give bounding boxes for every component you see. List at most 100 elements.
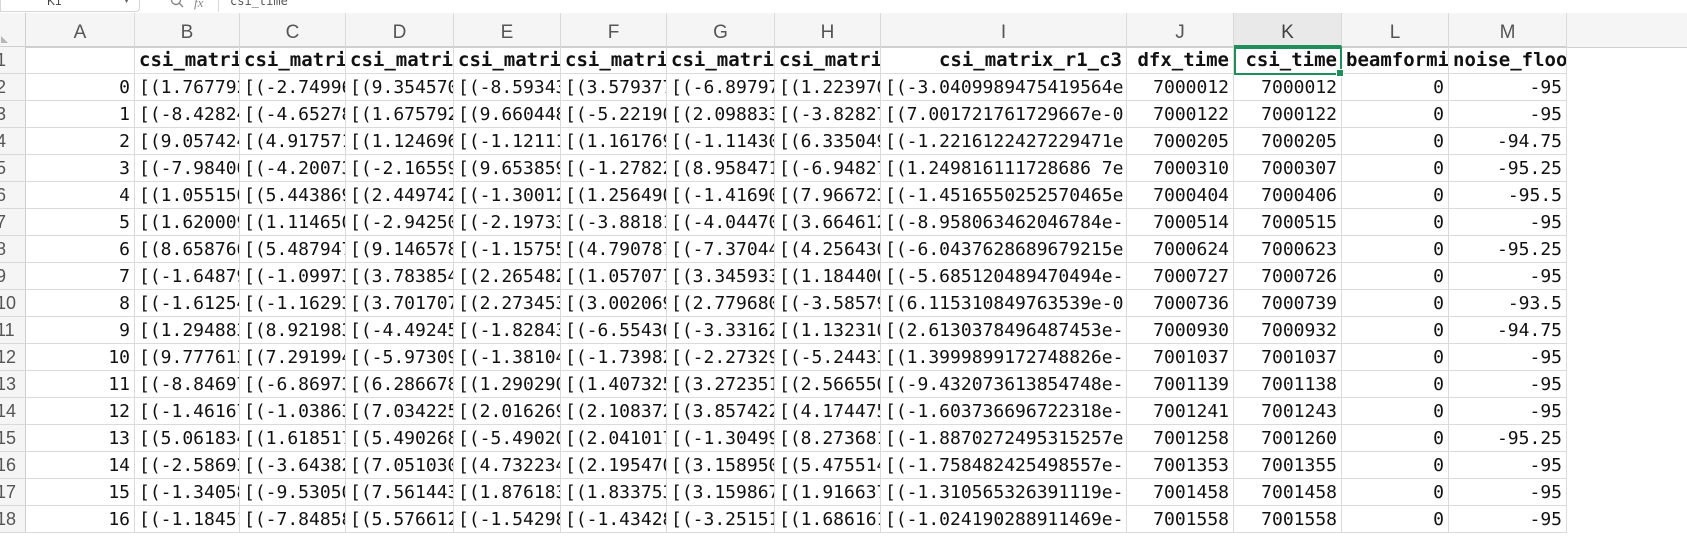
cell-h12[interactable]: [(-5.244331 (775, 344, 881, 371)
cell-e16[interactable]: [(4.732234 (454, 452, 561, 479)
cell-l4[interactable]: 0 (1342, 128, 1449, 155)
cell-c1[interactable]: csi_matrix_r0_c1 (240, 47, 346, 74)
cell-g2[interactable]: [(-6.897978 (667, 74, 775, 101)
cell-m4[interactable]: -94.75 (1449, 128, 1567, 155)
cell-m13[interactable]: -95 (1449, 371, 1567, 398)
cell-c9[interactable]: [(-1.099732 (240, 263, 346, 290)
cell-j5[interactable]: 7000310 (1127, 155, 1234, 182)
cell-i4[interactable]: [(-1.2216122427229471e (881, 128, 1127, 155)
column-header-b[interactable]: B (135, 13, 240, 47)
cell-a6[interactable]: 4 (26, 182, 135, 209)
cell-e10[interactable]: [(2.273453 (454, 290, 561, 317)
column-header-c[interactable]: C (240, 13, 346, 47)
cell-l18[interactable]: 0 (1342, 506, 1449, 533)
cell-l5[interactable]: 0 (1342, 155, 1449, 182)
cell-k1[interactable]: csi_time (1234, 47, 1342, 74)
cell-i1[interactable]: csi_matrix_r1_c3 (881, 47, 1127, 74)
cell-l10[interactable]: 0 (1342, 290, 1449, 317)
cell-k12[interactable]: 7001037 (1234, 344, 1342, 371)
cell-a16[interactable]: 14 (26, 452, 135, 479)
cell-k3[interactable]: 7000122 (1234, 101, 1342, 128)
formula-input[interactable]: csi_time (230, 0, 288, 8)
cell-f8[interactable]: [(4.790787 (561, 236, 667, 263)
name-box[interactable]: K1 ▼ (0, 0, 140, 12)
function-icon[interactable]: fx (194, 0, 203, 11)
cell-k10[interactable]: 7000739 (1234, 290, 1342, 317)
cell-j4[interactable]: 7000205 (1127, 128, 1234, 155)
cell-f7[interactable]: [(-3.881812 (561, 209, 667, 236)
cell-m7[interactable]: -95 (1449, 209, 1567, 236)
cell-m16[interactable]: -95 (1449, 452, 1567, 479)
cell-j15[interactable]: 7001258 (1127, 425, 1234, 452)
cell-d15[interactable]: [(5.490268 (346, 425, 454, 452)
cell-l1[interactable]: beamforming (1342, 47, 1449, 74)
cell-b3[interactable]: [(-8.428243 (135, 101, 240, 128)
cell-f2[interactable]: [(3.579377 (561, 74, 667, 101)
cell-e17[interactable]: [(1.876183 (454, 479, 561, 506)
cell-b11[interactable]: [(1.294883 (135, 317, 240, 344)
cell-k14[interactable]: 7001243 (1234, 398, 1342, 425)
cell-a7[interactable]: 5 (26, 209, 135, 236)
cell-l15[interactable]: 0 (1342, 425, 1449, 452)
cell-f10[interactable]: [(3.002069 (561, 290, 667, 317)
cell-c6[interactable]: [(5.443869 (240, 182, 346, 209)
row-header-5[interactable]: 5 (0, 155, 26, 182)
search-icon[interactable] (170, 0, 184, 8)
cell-i18[interactable]: [(-1.024190288911469e- (881, 506, 1127, 533)
cell-a12[interactable]: 10 (26, 344, 135, 371)
cell-d6[interactable]: [(2.449742 (346, 182, 454, 209)
row-header-13[interactable]: 13 (0, 371, 26, 398)
cell-m14[interactable]: -95 (1449, 398, 1567, 425)
cell-b14[interactable]: [(-1.461672 (135, 398, 240, 425)
cell-d12[interactable]: [(-5.973092 (346, 344, 454, 371)
cell-f12[interactable]: [(-1.739827 (561, 344, 667, 371)
cell-j2[interactable]: 7000012 (1127, 74, 1234, 101)
cell-c14[interactable]: [(-1.038632 (240, 398, 346, 425)
row-header-6[interactable]: 6 (0, 182, 26, 209)
cell-j14[interactable]: 7001241 (1127, 398, 1234, 425)
cell-e7[interactable]: [(-2.197331 (454, 209, 561, 236)
cell-h8[interactable]: [(4.256430 (775, 236, 881, 263)
cell-c3[interactable]: [(-4.652786 (240, 101, 346, 128)
column-header-k[interactable]: K (1234, 13, 1342, 47)
cell-f16[interactable]: [(2.195470 (561, 452, 667, 479)
cell-f15[interactable]: [(2.041017 (561, 425, 667, 452)
cell-g1[interactable]: csi_matrix_r1_c1 (667, 47, 775, 74)
cell-j7[interactable]: 7000514 (1127, 209, 1234, 236)
cell-c10[interactable]: [(-1.162931 (240, 290, 346, 317)
cell-g6[interactable]: [(-1.416903 (667, 182, 775, 209)
cell-f5[interactable]: [(-1.278223 (561, 155, 667, 182)
cell-k16[interactable]: 7001355 (1234, 452, 1342, 479)
cell-a4[interactable]: 2 (26, 128, 135, 155)
column-header-f[interactable]: F (561, 13, 667, 47)
cell-c7[interactable]: [(1.114650 (240, 209, 346, 236)
cell-h10[interactable]: [(-3.585795 (775, 290, 881, 317)
cell-c11[interactable]: [(8.921983 (240, 317, 346, 344)
cell-j17[interactable]: 7001458 (1127, 479, 1234, 506)
cell-d2[interactable]: [(9.354570 (346, 74, 454, 101)
cell-h1[interactable]: csi_matrix_r1_c2 (775, 47, 881, 74)
cell-i8[interactable]: [(-6.0437628689679215e (881, 236, 1127, 263)
row-header-10[interactable]: 10 (0, 290, 26, 317)
cell-j11[interactable]: 7000930 (1127, 317, 1234, 344)
cell-b15[interactable]: [(5.061834 (135, 425, 240, 452)
cell-k8[interactable]: 7000623 (1234, 236, 1342, 263)
cell-c16[interactable]: [(-3.643823 (240, 452, 346, 479)
cell-f4[interactable]: [(1.161769 (561, 128, 667, 155)
cell-c8[interactable]: [(5.487947 (240, 236, 346, 263)
cell-f14[interactable]: [(2.108372 (561, 398, 667, 425)
cell-a17[interactable]: 15 (26, 479, 135, 506)
cell-a8[interactable]: 6 (26, 236, 135, 263)
cell-m8[interactable]: -95.25 (1449, 236, 1567, 263)
row-header-16[interactable]: 16 (0, 452, 26, 479)
cell-m2[interactable]: -95 (1449, 74, 1567, 101)
cell-k9[interactable]: 7000726 (1234, 263, 1342, 290)
row-header-2[interactable]: 2 (0, 74, 26, 101)
cell-e18[interactable]: [(-1.542983 (454, 506, 561, 533)
cell-g8[interactable]: [(-7.370446 (667, 236, 775, 263)
cell-a15[interactable]: 13 (26, 425, 135, 452)
cell-e4[interactable]: [(-1.121112 (454, 128, 561, 155)
cell-e12[interactable]: [(-1.381045 (454, 344, 561, 371)
cell-i17[interactable]: [(-1.310565326391119e- (881, 479, 1127, 506)
cell-f3[interactable]: [(-5.221909 (561, 101, 667, 128)
